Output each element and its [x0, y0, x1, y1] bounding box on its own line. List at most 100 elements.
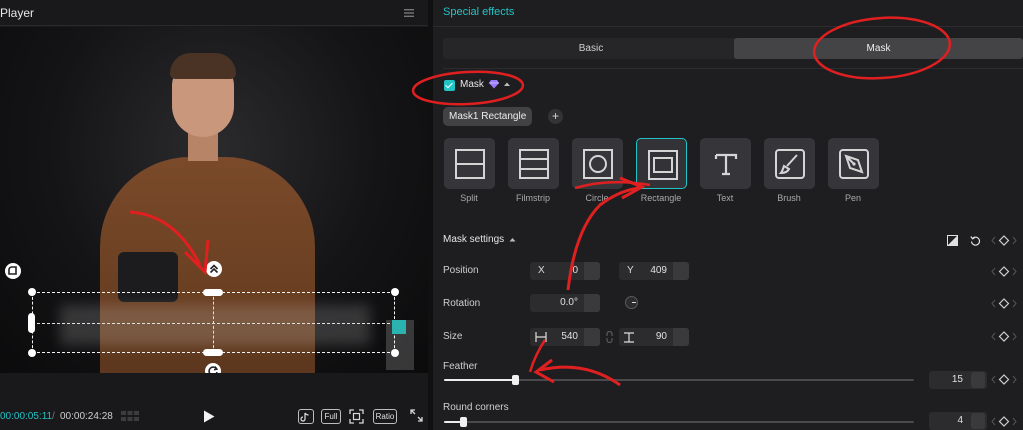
- tab-mask[interactable]: Mask: [734, 38, 1023, 59]
- panel-title: Special effects: [443, 6, 515, 18]
- premium-gem-icon: [489, 80, 499, 89]
- add-mask-button[interactable]: +: [548, 109, 563, 124]
- position-y-field[interactable]: Y 409: [619, 262, 689, 280]
- mask-layer-chip[interactable]: Mask1 Rectangle: [443, 107, 533, 126]
- mask-section-label: Mask: [460, 79, 484, 90]
- tiktok-icon[interactable]: [298, 409, 314, 424]
- mask-shape-split[interactable]: [444, 138, 495, 189]
- play-icon[interactable]: [203, 410, 215, 423]
- mask-shape-brush[interactable]: [764, 138, 815, 189]
- shape-label-brush: Brush: [777, 193, 801, 203]
- shape-label-rectangle: Rectangle: [640, 193, 682, 203]
- size-width-stepper[interactable]: [584, 328, 600, 346]
- total-time: 00:00:24:28: [60, 411, 113, 422]
- round-corners-value-box[interactable]: 4: [929, 412, 987, 430]
- tab-basic[interactable]: Basic: [443, 38, 739, 59]
- keyframe-nav-icon[interactable]: [991, 416, 1017, 427]
- shape-label-split: Split: [460, 193, 478, 203]
- position-x-stepper[interactable]: [584, 262, 600, 280]
- mask-enable-checkbox[interactable]: [444, 80, 455, 91]
- mask-corner-bottom-left[interactable]: [28, 349, 36, 357]
- feather-slider-thumb[interactable]: [512, 375, 519, 385]
- feather-handle-icon[interactable]: [206, 261, 222, 277]
- collapse-caret-icon[interactable]: [503, 81, 511, 87]
- size-height-stepper[interactable]: [673, 328, 689, 346]
- video-preview[interactable]: [0, 27, 428, 373]
- mask-settings-title: Mask settings: [443, 234, 505, 245]
- round-corners-value: 4: [957, 415, 963, 426]
- position-x-field[interactable]: X 0: [530, 262, 600, 280]
- feather-label: Feather: [443, 361, 478, 372]
- mask-bottom-handle[interactable]: [203, 349, 223, 356]
- round-corners-stepper[interactable]: [971, 413, 985, 429]
- mask-shape-text[interactable]: [700, 138, 751, 189]
- round-corners-slider-track[interactable]: [444, 421, 914, 423]
- reset-icon[interactable]: [970, 235, 981, 246]
- size-width-value: 540: [561, 331, 578, 342]
- shape-label-pen: Pen: [844, 193, 861, 203]
- feather-value: 15: [951, 374, 963, 385]
- width-icon: [535, 332, 547, 342]
- expand-icon[interactable]: [409, 409, 423, 424]
- position-y-stepper[interactable]: [673, 262, 689, 280]
- panel-header: Special effects: [433, 0, 1023, 27]
- feather-value-box[interactable]: 15: [929, 371, 987, 389]
- app-root: Player 00:00:05:11 / 00:00:24:28 Full Ra…: [0, 0, 1023, 430]
- player-panel: Player 00:00:05:11 / 00:00:24:28 Full Ra…: [0, 0, 428, 430]
- mask-shape-circle[interactable]: [572, 138, 623, 189]
- special-effects-panel: Special effects Basic Mask Mask Mask1 Re…: [433, 0, 1023, 430]
- mask-center-line-vertical: [213, 292, 214, 353]
- shape-label-text: Text: [716, 193, 734, 203]
- keyframe-nav-icon[interactable]: [991, 266, 1017, 277]
- menu-icon[interactable]: [403, 7, 415, 19]
- position-x-value: 0: [572, 265, 578, 276]
- keyframe-nav-icon[interactable]: [991, 235, 1017, 246]
- pen-icon: [839, 149, 869, 179]
- mask-corner-top-right[interactable]: [391, 288, 399, 296]
- invert-mask-icon[interactable]: [947, 235, 958, 246]
- fullscreen-frame-icon[interactable]: [348, 409, 364, 424]
- rotation-label: Rotation: [443, 298, 481, 309]
- overlay-marker: [386, 320, 414, 370]
- rotation-field[interactable]: 0.0°: [530, 294, 600, 312]
- time-separator: /: [52, 411, 55, 422]
- rotation-dial[interactable]: [625, 296, 638, 309]
- size-height-field[interactable]: 90: [619, 328, 689, 346]
- circle-icon: [583, 149, 613, 179]
- rotate-handle-icon[interactable]: [205, 363, 221, 373]
- mask-top-handle[interactable]: [203, 289, 223, 296]
- tab-bar: Basic Mask: [443, 38, 1023, 59]
- size-label: Size: [443, 331, 463, 342]
- tab-divider: [443, 68, 1023, 69]
- ratio-button[interactable]: Ratio: [373, 409, 397, 424]
- person-hair: [170, 53, 236, 79]
- position-label: Position: [443, 265, 479, 276]
- full-button[interactable]: Full: [321, 409, 341, 424]
- mask-shape-pen[interactable]: [828, 138, 879, 189]
- feather-stepper[interactable]: [971, 372, 985, 388]
- rectangle-icon: [648, 150, 678, 180]
- rotation-stepper[interactable]: [584, 294, 600, 312]
- mask-corner-top-left[interactable]: [28, 288, 36, 296]
- collapse-caret-icon[interactable]: [509, 237, 516, 242]
- current-time: 00:00:05:11: [0, 411, 53, 422]
- grid-icon[interactable]: [121, 411, 139, 422]
- keyframe-nav-icon[interactable]: [991, 331, 1017, 342]
- feather-slider-fill: [444, 379, 515, 381]
- player-title: Player: [0, 6, 35, 20]
- round-corners-slider-thumb[interactable]: [460, 417, 467, 427]
- link-icon[interactable]: [605, 331, 614, 343]
- mask-shape-rectangle[interactable]: [636, 138, 687, 189]
- height-icon: [624, 332, 634, 343]
- shape-label-circle: Circle: [585, 193, 609, 203]
- filmstrip-icon: [519, 149, 549, 179]
- mask-left-handle[interactable]: [28, 313, 35, 333]
- size-width-field[interactable]: 540: [530, 328, 600, 346]
- keyframe-nav-icon[interactable]: [991, 298, 1017, 309]
- round-corner-handle-icon[interactable]: [5, 263, 21, 279]
- mask-shape-filmstrip[interactable]: [508, 138, 559, 189]
- brush-icon: [775, 149, 805, 179]
- player-footer: 00:00:05:11 / 00:00:24:28 Full Ratio: [0, 400, 428, 430]
- position-y-value: 409: [650, 265, 667, 276]
- keyframe-nav-icon[interactable]: [991, 374, 1017, 385]
